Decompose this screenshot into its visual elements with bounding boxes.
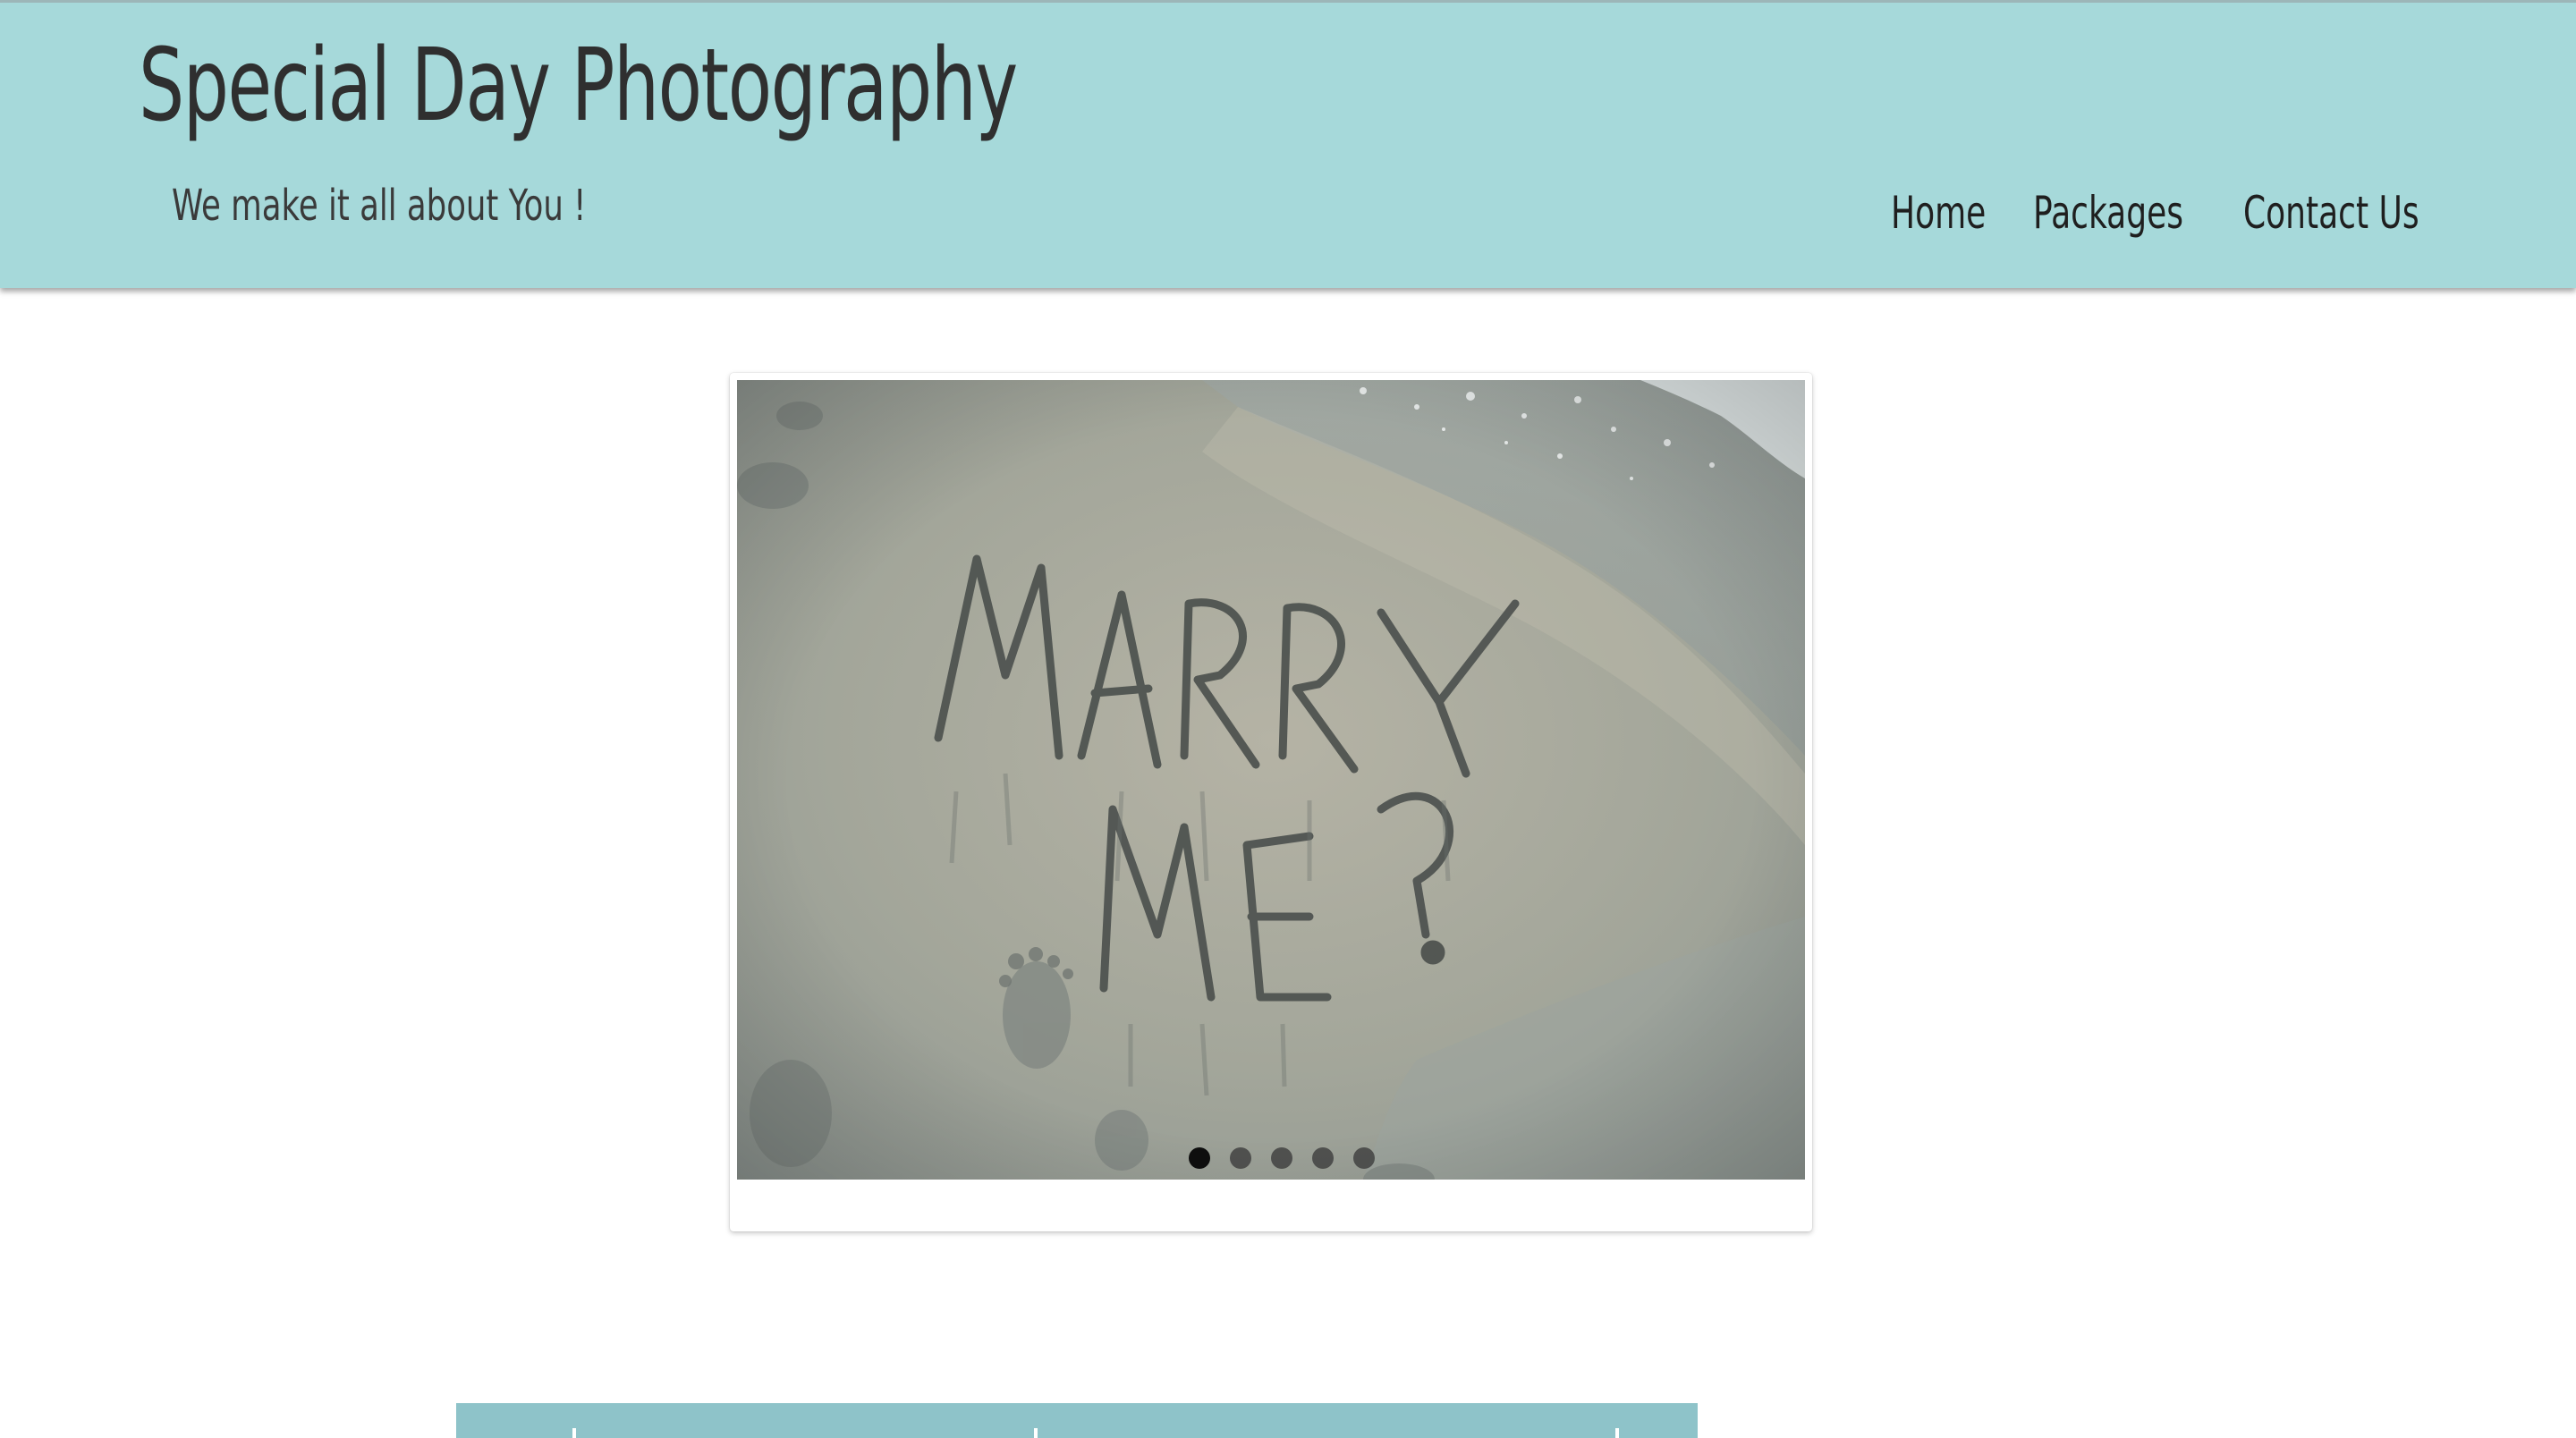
nav-contact-us-link[interactable]: Contact Us	[2243, 182, 2419, 244]
nav-home-link[interactable]: Home	[1891, 182, 1986, 244]
slide-dot-5[interactable]	[1353, 1147, 1375, 1169]
slide-dot-3[interactable]	[1271, 1147, 1292, 1169]
bar-text-fragment	[572, 1428, 576, 1438]
slideshow-pagination	[730, 1147, 1812, 1174]
bar-text-fragment	[1615, 1428, 1619, 1438]
nav-packages-link[interactable]: Packages	[2033, 182, 2183, 244]
site-title[interactable]: Special Day Photography	[139, 19, 1018, 153]
slide-dot-1[interactable]	[1189, 1147, 1210, 1169]
slide-dot-2[interactable]	[1230, 1147, 1251, 1169]
page: Special Day Photography We make it all a…	[0, 0, 2576, 1438]
photo-slideshow	[730, 373, 1812, 1231]
slide-dot-4[interactable]	[1312, 1147, 1334, 1169]
site-header: Special Day Photography We make it all a…	[0, 0, 2576, 288]
slideshow-image[interactable]	[737, 380, 1805, 1180]
content-section-bar	[456, 1403, 1698, 1438]
bar-text-fragment	[1034, 1428, 1038, 1438]
main-nav: Home Packages Contact Us	[0, 182, 2576, 244]
